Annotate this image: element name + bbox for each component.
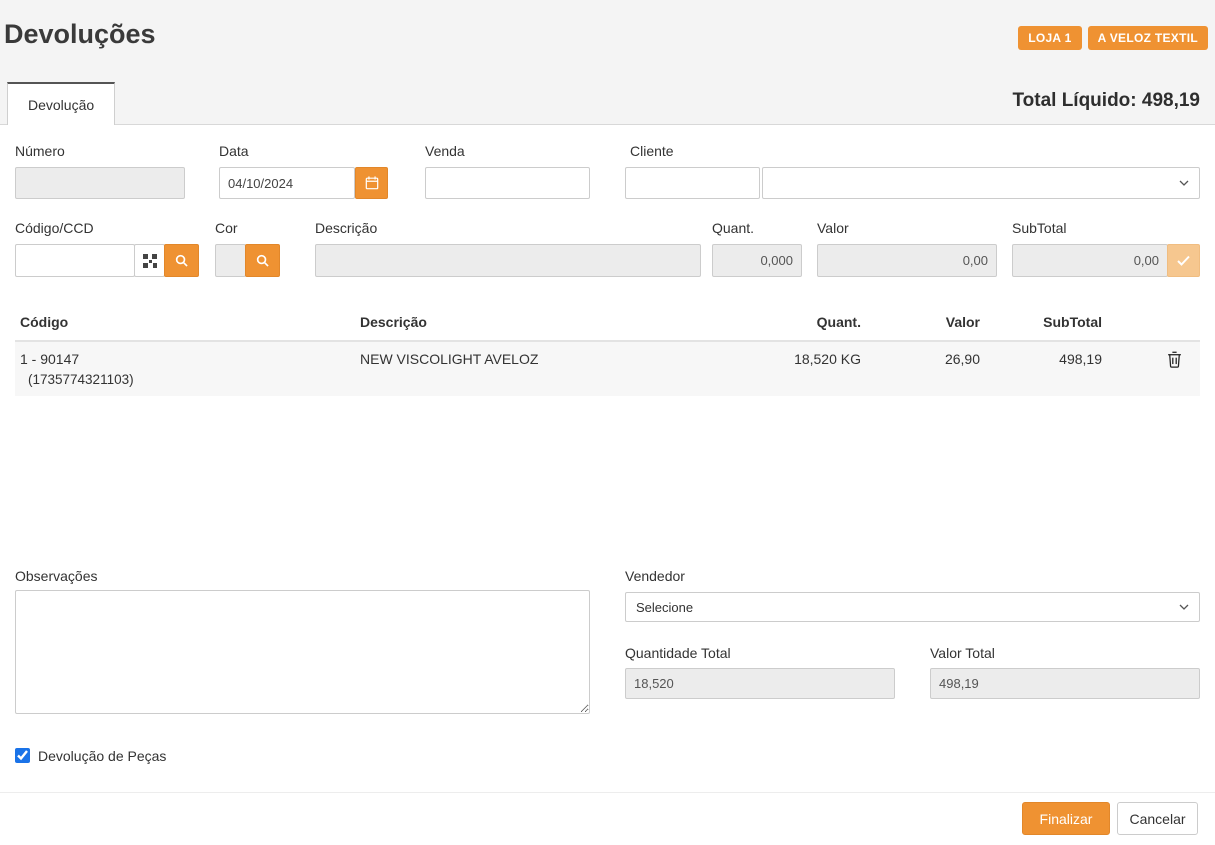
observacoes-label: Observações bbox=[15, 568, 97, 584]
subtotal-input bbox=[1012, 244, 1168, 277]
tab-devolucao[interactable]: Devolução bbox=[7, 82, 115, 125]
devolucao-pecas-label: Devolução de Peças bbox=[38, 748, 166, 764]
barcode-icon bbox=[143, 254, 157, 268]
table-row: 1 - 90147 (1735774321103) NEW VISCOLIGHT… bbox=[15, 342, 1200, 396]
vendedor-select[interactable]: Selecione bbox=[625, 592, 1200, 622]
observacoes-textarea[interactable] bbox=[15, 590, 590, 714]
cor-label: Cor bbox=[215, 220, 238, 236]
col-valor: Valor bbox=[866, 306, 985, 340]
numero-label: Número bbox=[15, 143, 65, 159]
col-descricao: Descrição bbox=[355, 306, 756, 340]
col-codigo: Código bbox=[15, 306, 355, 340]
data-input[interactable] bbox=[219, 167, 355, 199]
codigo-ccd-label: Código/CCD bbox=[15, 220, 94, 236]
cor-search-button[interactable] bbox=[245, 244, 280, 277]
calendar-icon bbox=[365, 176, 379, 190]
data-label: Data bbox=[219, 143, 249, 159]
valor-input bbox=[817, 244, 997, 277]
col-quant: Quant. bbox=[756, 306, 866, 340]
codigo-ccd-input[interactable] bbox=[15, 244, 135, 277]
search-icon bbox=[256, 254, 269, 267]
subtotal-label: SubTotal bbox=[1012, 220, 1066, 236]
tab-bar: Devolução Total Líquido: 498,19 bbox=[0, 76, 1215, 125]
header-badges: LOJA 1 A VELOZ TEXTIL bbox=[1018, 26, 1208, 50]
row-codigo-detail: (1735774321103) bbox=[20, 367, 350, 387]
chevron-down-icon bbox=[1179, 604, 1189, 610]
numero-input bbox=[15, 167, 185, 199]
barcode-button[interactable] bbox=[134, 244, 165, 277]
row-descricao: NEW VISCOLIGHT AVELOZ bbox=[355, 342, 756, 396]
cor-input bbox=[215, 244, 246, 277]
page-header: Devoluções LOJA 1 A VELOZ TEXTIL bbox=[0, 0, 1215, 76]
quant-input bbox=[712, 244, 802, 277]
quantidade-total-input bbox=[625, 668, 895, 699]
col-actions bbox=[1107, 306, 1200, 340]
row-actions bbox=[1107, 342, 1200, 396]
valor-total-label: Valor Total bbox=[930, 645, 995, 661]
confirm-item-button[interactable] bbox=[1167, 244, 1200, 277]
check-icon bbox=[1177, 255, 1190, 266]
descricao-input bbox=[315, 244, 701, 277]
finalizar-button[interactable]: Finalizar bbox=[1022, 802, 1110, 835]
valor-label: Valor bbox=[817, 220, 849, 236]
table-header-row: Código Descrição Quant. Valor SubTotal bbox=[15, 306, 1200, 342]
row-codigo: 1 - 90147 (1735774321103) bbox=[15, 342, 355, 396]
venda-label: Venda bbox=[425, 143, 465, 159]
quant-label: Quant. bbox=[712, 220, 754, 236]
trash-icon bbox=[1167, 355, 1182, 371]
venda-input[interactable] bbox=[425, 167, 590, 199]
vendedor-select-value: Selecione bbox=[636, 600, 693, 615]
items-table: Código Descrição Quant. Valor SubTotal 1… bbox=[15, 306, 1200, 396]
page-title: Devoluções bbox=[4, 19, 156, 50]
search-icon bbox=[175, 254, 188, 267]
delete-row-button[interactable] bbox=[1167, 351, 1182, 396]
row-subtotal: 498,19 bbox=[985, 342, 1107, 396]
row-valor: 26,90 bbox=[866, 342, 985, 396]
valor-total-input bbox=[930, 668, 1200, 699]
devolucao-pecas-checkbox[interactable] bbox=[15, 748, 30, 763]
col-subtotal: SubTotal bbox=[985, 306, 1107, 340]
company-badge[interactable]: A VELOZ TEXTIL bbox=[1088, 26, 1208, 50]
codigo-search-button[interactable] bbox=[164, 244, 199, 277]
store-badge[interactable]: LOJA 1 bbox=[1018, 26, 1081, 50]
footer-divider bbox=[0, 792, 1215, 793]
descricao-label: Descrição bbox=[315, 220, 377, 236]
devolucoes-page: Devoluções LOJA 1 A VELOZ TEXTIL Devoluç… bbox=[0, 0, 1215, 845]
cancelar-button[interactable]: Cancelar bbox=[1117, 802, 1198, 835]
total-liquido-label: Total Líquido: 498,19 bbox=[1012, 90, 1200, 112]
row-quant: 18,520 KG bbox=[756, 342, 866, 396]
cliente-label: Cliente bbox=[630, 143, 674, 159]
row-codigo-main: 1 - 90147 bbox=[20, 351, 350, 367]
cliente-select[interactable] bbox=[762, 167, 1200, 199]
calendar-button[interactable] bbox=[355, 167, 388, 199]
quantidade-total-label: Quantidade Total bbox=[625, 645, 731, 661]
chevron-down-icon bbox=[1179, 180, 1189, 186]
cliente-code-input[interactable] bbox=[625, 167, 760, 199]
vendedor-label: Vendedor bbox=[625, 568, 685, 584]
